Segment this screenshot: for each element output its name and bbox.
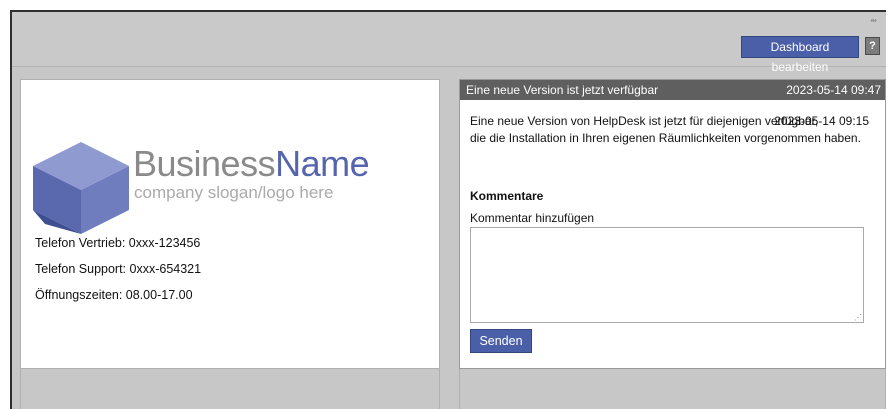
textarea-grip-icon[interactable]: ⋰ bbox=[854, 313, 862, 322]
news-message-date: 2023-05-14 09:15 bbox=[774, 114, 869, 128]
phone-support: Telefon Support: 0xxx-654321 bbox=[35, 262, 202, 276]
news-title: Eine neue Version ist jetzt verfügbar bbox=[466, 83, 659, 97]
company-slogan: company slogan/logo here bbox=[134, 183, 334, 202]
edit-dashboard-button[interactable]: Dashboard bearbeiten bbox=[741, 36, 859, 74]
send-comment-button[interactable]: Senden bbox=[470, 329, 532, 353]
news-header-date: 2023-05-14 09:47 bbox=[786, 83, 881, 97]
right-column-empty-area bbox=[459, 369, 886, 409]
cube-logo-icon bbox=[33, 142, 129, 234]
company-info-widget: BusinessName company slogan/logo here Te… bbox=[20, 79, 440, 369]
dashboard-toolbar: ⇹ Dashboard bearbeiten ? bbox=[12, 12, 886, 74]
comment-textarea[interactable] bbox=[470, 227, 864, 323]
left-column-empty-area bbox=[20, 369, 440, 409]
news-widget: Eine neue Version ist jetzt verfügbar 20… bbox=[459, 79, 886, 369]
company-brand-name: BusinessName bbox=[133, 143, 370, 185]
dashboard-frame: ⇹ Dashboard bearbeiten ? BusinessName co… bbox=[10, 10, 886, 409]
add-comment-label: Kommentar hinzufügen bbox=[470, 211, 595, 225]
opening-hours: Öffnungszeiten: 08.00-17.00 bbox=[35, 288, 193, 302]
brand-prefix: Business bbox=[133, 143, 276, 184]
brand-suffix: Name bbox=[275, 143, 370, 184]
comments-heading: Kommentare bbox=[470, 189, 544, 203]
phone-sales: Telefon Vertrieb: 0xxx-123456 bbox=[35, 236, 201, 250]
help-icon[interactable]: ? bbox=[865, 37, 880, 55]
resize-icon[interactable]: ⇹ bbox=[870, 16, 877, 25]
news-message-line-2: die die Installation in Ihren eigenen Rä… bbox=[470, 131, 861, 145]
news-widget-header: Eine neue Version ist jetzt verfügbar 20… bbox=[460, 80, 885, 100]
